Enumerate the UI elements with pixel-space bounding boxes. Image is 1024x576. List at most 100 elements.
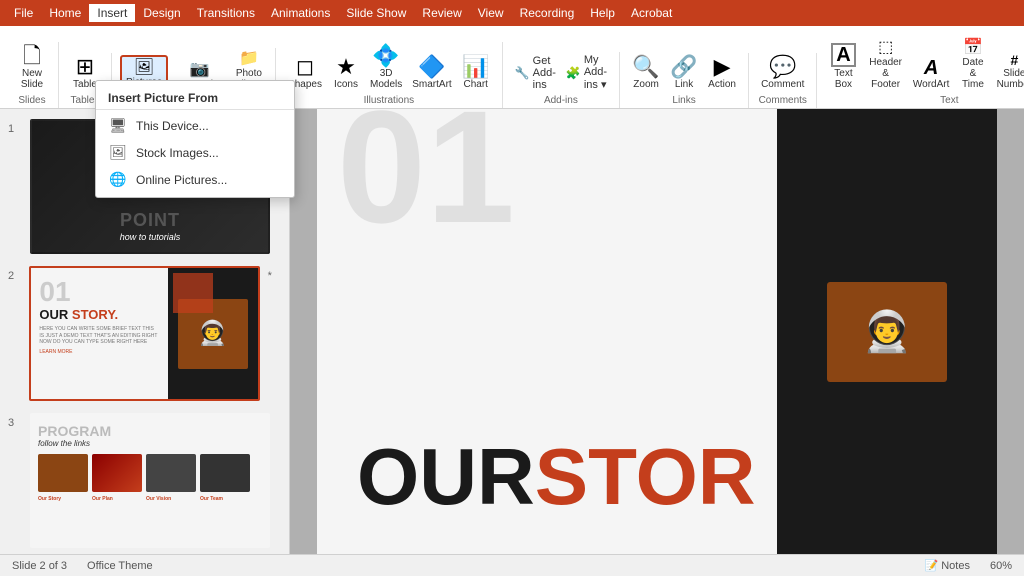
stock-images-label: Stock Images... xyxy=(136,146,219,160)
wordart-label: WordArt xyxy=(913,79,950,90)
date-time-label: Date &Time xyxy=(958,57,987,90)
slides-group-label: Slides xyxy=(18,95,45,106)
smartart-label: SmartArt xyxy=(412,79,451,90)
ribbon-group-comments: 💬 Comment Comments xyxy=(749,53,817,108)
slide-right-img: 👨‍🚀 xyxy=(827,282,947,382)
app-container: File Home Insert Design Transitions Anim… xyxy=(0,0,1024,576)
illustrations-group-label: Illustrations xyxy=(364,95,415,106)
slide-3-thumbnail[interactable]: 3 PROGRAM follow the links Our Story Our… xyxy=(0,409,289,552)
slide-3-captions: Our Story Our Plan Our Vision Our Team xyxy=(38,496,262,502)
date-time-button[interactable]: 📅 Date &Time xyxy=(954,37,991,93)
3d-models-button[interactable]: 💠 3DModels xyxy=(366,42,406,93)
slide-1-subtitle: how to tutorials xyxy=(120,232,181,242)
link-label: Link xyxy=(675,79,693,90)
notes-button[interactable]: 📝 Notes xyxy=(924,559,970,572)
slide-2-link: LEARN MORE xyxy=(39,349,159,355)
stock-images-item[interactable]: 🖼 Stock Images... xyxy=(96,139,294,166)
online-pictures-item[interactable]: 🌐 Online Pictures... xyxy=(96,166,294,193)
link-button[interactable]: 🔗 Link xyxy=(666,53,702,93)
header-footer-icon: ⬚ xyxy=(878,40,893,56)
menu-view[interactable]: View xyxy=(470,4,512,22)
slide-3-img-4 xyxy=(200,454,250,492)
this-device-icon: 🖥 xyxy=(108,117,128,134)
online-pictures-label: Online Pictures... xyxy=(136,173,227,187)
menu-slideshow[interactable]: Slide Show xyxy=(338,4,414,22)
new-slide-button[interactable]: 🗋 NewSlide xyxy=(14,42,50,93)
text-group-label: Text xyxy=(940,95,958,106)
wordart-button[interactable]: A WordArt xyxy=(910,55,953,93)
slide-3-img-1 xyxy=(38,454,88,492)
addins-group-label: Add-ins xyxy=(544,95,578,106)
get-addins-button[interactable]: 🔧 Get Add-ins xyxy=(511,53,560,93)
ribbon-group-illustrations: ◻ Shapes ★ Icons 💠 3DModels 🔷 SmartArt xyxy=(276,42,503,108)
new-slide-icon: 🗋 xyxy=(23,45,41,67)
menu-file[interactable]: File xyxy=(6,4,41,22)
slide-2-body: HERE YOU CAN WRITE SOME BRIEF TEXT THIS … xyxy=(39,326,159,346)
get-addins-label: Get Add-ins xyxy=(533,55,556,91)
slide-2-left: 01 OUR STORY. HERE YOU CAN WRITE SOME BR… xyxy=(31,268,167,399)
slide-number-label: SlideNumber xyxy=(997,68,1024,90)
this-device-item[interactable]: 🖥 This Device... xyxy=(96,112,294,139)
3d-models-label: 3DModels xyxy=(370,68,402,90)
screenshot-icon: 📷 xyxy=(189,62,209,78)
smartart-button[interactable]: 🔷 SmartArt xyxy=(408,53,455,93)
slide-3-image: PROGRAM follow the links Our Story Our P… xyxy=(30,413,270,548)
slide-display: 01 OUR STOR 👨‍🚀 xyxy=(317,109,997,554)
links-group-label: Links xyxy=(672,95,695,106)
textbox-label: TextBox xyxy=(834,68,852,90)
main-slide-area: 01 OUR STOR 👨‍🚀 xyxy=(290,109,1024,554)
theme-info: Office Theme xyxy=(87,560,153,572)
menu-acrobat[interactable]: Acrobat xyxy=(623,4,680,22)
chart-button[interactable]: 📊 Chart xyxy=(458,53,494,93)
menu-animations[interactable]: Animations xyxy=(263,4,338,22)
new-slide-label: NewSlide xyxy=(21,68,43,90)
slide-2-bignum: 01 xyxy=(39,278,159,306)
slide-info: Slide 2 of 3 xyxy=(12,560,67,572)
slide-display-title-area: OUR STOR xyxy=(357,437,756,517)
slide-3-images xyxy=(38,454,262,492)
action-button[interactable]: ▶ Action xyxy=(704,53,740,93)
slide-display-title-row: OUR STOR xyxy=(357,437,756,517)
comment-button[interactable]: 💬 Comment xyxy=(757,53,808,93)
chart-label: Chart xyxy=(463,79,487,90)
slide-number-button[interactable]: # SlideNumber xyxy=(993,50,1024,93)
my-addins-button[interactable]: 🧩 My Add-ins ▾ xyxy=(562,52,611,93)
ribbon-group-text: A TextBox ⬚ Header& Footer A WordArt 📅 D… xyxy=(817,37,1024,108)
textbox-icon: A xyxy=(831,43,855,67)
menu-help[interactable]: Help xyxy=(582,4,623,22)
this-device-label: This Device... xyxy=(136,119,209,133)
menu-insert[interactable]: Insert xyxy=(89,4,135,22)
header-footer-button[interactable]: ⬚ Header& Footer xyxy=(863,37,907,93)
online-pictures-icon: 🌐 xyxy=(108,171,128,188)
smartart-icon: 🔷 xyxy=(418,56,445,78)
slide-right-block: 👨‍🚀 xyxy=(777,109,997,554)
menu-home[interactable]: Home xyxy=(41,4,89,22)
link-icon: 🔗 xyxy=(670,56,697,78)
slide-3-number: 3 xyxy=(8,413,22,429)
icons-icon: ★ xyxy=(336,56,356,78)
menu-bar: File Home Insert Design Transitions Anim… xyxy=(0,0,1024,26)
action-label: Action xyxy=(708,79,736,90)
get-addins-icon: 🔧 xyxy=(515,66,530,80)
textbox-button[interactable]: A TextBox xyxy=(825,40,861,93)
icons-button[interactable]: ★ Icons xyxy=(328,53,364,93)
zoom-icon: 🔍 xyxy=(632,56,659,78)
slide-2-thumbnail[interactable]: 2 01 OUR STORY. HERE YOU CAN WRITE SOME … xyxy=(0,262,289,405)
slide-2-number: 2 xyxy=(8,266,21,282)
comment-icon: 💬 xyxy=(769,56,796,78)
zoom-button[interactable]: 🔍 Zoom xyxy=(628,53,664,93)
insert-picture-dropdown: Insert Picture From 🖥 This Device... 🖼 S… xyxy=(95,80,295,198)
slide-display-title-black: OUR xyxy=(357,437,535,517)
slide-3-img-3 xyxy=(146,454,196,492)
status-bar: Slide 2 of 3 Office Theme 📝 Notes 60% xyxy=(0,554,1024,576)
comments-group-label: Comments xyxy=(759,95,807,106)
my-addins-label: My Add-ins ▾ xyxy=(584,54,607,91)
menu-design[interactable]: Design xyxy=(135,4,188,22)
menu-review[interactable]: Review xyxy=(414,4,469,22)
date-time-icon: 📅 xyxy=(963,40,983,56)
chart-icon: 📊 xyxy=(462,56,489,78)
slide-number-icon: # xyxy=(1010,53,1018,67)
slide-1-number: 1 xyxy=(8,119,22,135)
menu-transitions[interactable]: Transitions xyxy=(189,4,263,22)
menu-recording[interactable]: Recording xyxy=(512,4,583,22)
